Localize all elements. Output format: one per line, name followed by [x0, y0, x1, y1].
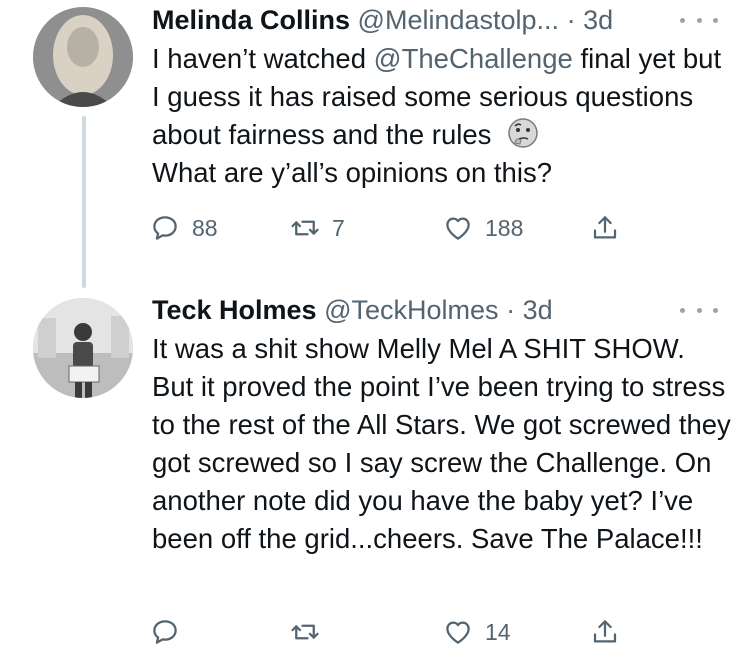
- timestamp[interactable]: 3d: [523, 295, 553, 325]
- heart-icon: [446, 621, 470, 644]
- mention-link[interactable]: @TheChallenge: [374, 43, 573, 74]
- separator-dot: ·: [566, 5, 576, 35]
- share-icon: [593, 620, 617, 643]
- display-name[interactable]: Melinda Collins: [152, 5, 350, 35]
- avatar[interactable]: [33, 298, 133, 398]
- like-count: 188: [485, 214, 524, 241]
- timestamp[interactable]: 3d: [583, 5, 613, 35]
- reply-button[interactable]: 88: [150, 208, 218, 248]
- reply-icon: [153, 620, 177, 644]
- action-bar: 88 7 188: [150, 208, 630, 248]
- thread-line: [82, 116, 86, 288]
- share-icon: [593, 216, 617, 239]
- tweet-header: Teck Holmes @TeckHolmes · 3d: [152, 293, 553, 327]
- display-name[interactable]: Teck Holmes: [152, 295, 317, 325]
- like-button[interactable]: 14: [443, 612, 511, 652]
- tweet-melinda[interactable]: Melinda Collins @Melindastolp... · 3d I …: [0, 0, 750, 290]
- like-button[interactable]: 188: [443, 208, 523, 248]
- share-button[interactable]: [590, 612, 620, 652]
- retweet-count: 7: [332, 214, 345, 241]
- avatar[interactable]: [33, 7, 133, 107]
- more-button[interactable]: [680, 10, 718, 30]
- retweet-icon: [291, 624, 319, 640]
- more-icon: [680, 307, 685, 313]
- user-handle[interactable]: @Melindastolp...: [358, 5, 560, 35]
- like-count: 14: [485, 618, 511, 645]
- tweet-header: Melinda Collins @Melindastolp... · 3d: [152, 3, 613, 37]
- retweet-button[interactable]: [290, 612, 332, 652]
- reply-icon: [153, 216, 177, 240]
- tweet-text: It was a shit show Melly Mel A SHIT SHOW…: [152, 333, 731, 554]
- retweet-icon: [291, 220, 319, 236]
- share-button[interactable]: [590, 208, 620, 248]
- tweet-text: I haven’t watched @TheChallenge final ye…: [152, 43, 722, 188]
- user-handle[interactable]: @TeckHolmes: [324, 295, 498, 325]
- action-bar: 14: [150, 612, 630, 652]
- avatar-photo-icon: [33, 7, 133, 107]
- reply-count: 88: [192, 214, 218, 241]
- separator-dot: ·: [506, 295, 516, 325]
- avatar-photo-icon: [33, 298, 133, 398]
- tweet-teck[interactable]: Teck Holmes @TeckHolmes · 3d It was a sh…: [0, 290, 750, 666]
- thinking-face-icon: [508, 118, 538, 148]
- reply-button[interactable]: [150, 612, 192, 652]
- heart-icon: [446, 217, 470, 240]
- more-button[interactable]: [680, 300, 718, 320]
- retweet-button[interactable]: 7: [290, 208, 345, 248]
- more-icon: [680, 17, 685, 23]
